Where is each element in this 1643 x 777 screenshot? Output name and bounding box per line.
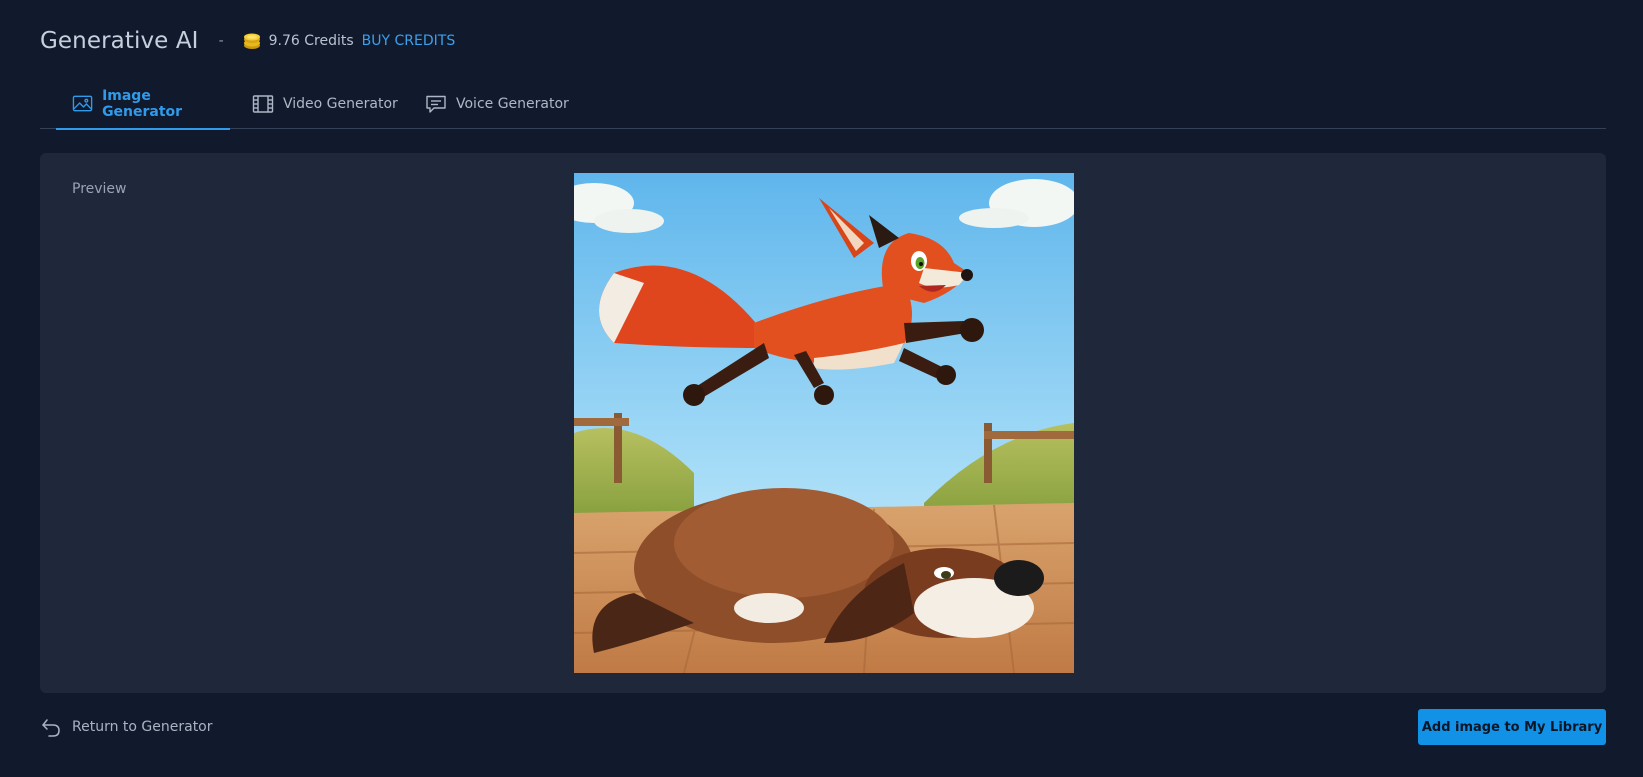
tab-voice-generator[interactable]: Voice Generator [425, 78, 569, 129]
generated-image [574, 173, 1074, 673]
tab-label: Image Generator [102, 87, 183, 120]
page-title: Generative AI [40, 28, 199, 54]
image-icon [72, 95, 93, 111]
film-icon [252, 94, 274, 113]
tab-image-generator[interactable]: Image Generator [56, 78, 230, 130]
title-separator: - [218, 33, 224, 49]
preview-panel: Preview [40, 153, 1606, 693]
generative-ai-page: Generative AI - 9.76 Credits BUY CREDITS… [0, 0, 1643, 777]
tab-label: Voice Generator [456, 95, 569, 112]
credits-balance: 9.76 Credits [268, 33, 354, 49]
tab-video-generator[interactable]: Video Generator [252, 78, 398, 129]
add-to-library-button[interactable]: Add image to My Library [1418, 709, 1606, 745]
speech-bubble-icon [426, 95, 446, 113]
undo-arrow-icon [42, 719, 60, 737]
return-to-generator-link[interactable]: Return to Generator [40, 716, 213, 738]
preview-label: Preview [72, 181, 127, 197]
tab-label: Video Generator [283, 95, 398, 112]
header: Generative AI - 9.76 Credits BUY CREDITS [40, 24, 455, 58]
fox-jumping-over-dog-illustration [574, 173, 1074, 673]
coins-icon [243, 33, 260, 49]
generator-tabs: Image Generator Video Generator Voice Ge… [40, 78, 1606, 130]
return-label: Return to Generator [72, 719, 213, 735]
buy-credits-link[interactable]: BUY CREDITS [362, 33, 456, 49]
